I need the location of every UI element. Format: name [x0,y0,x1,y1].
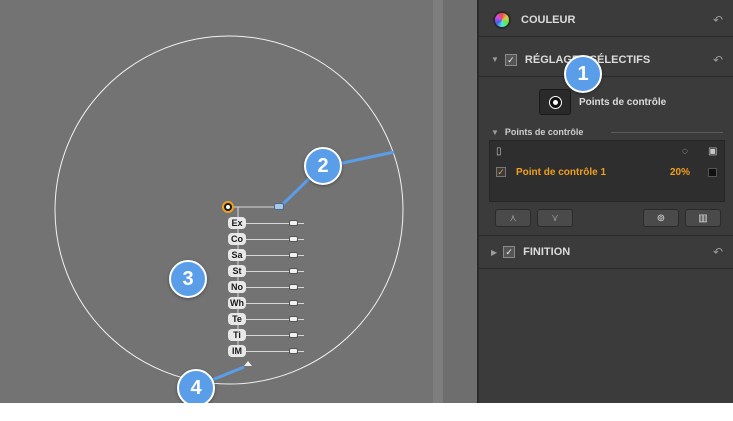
expand-triangle-icon[interactable]: ▼ [491,128,499,137]
slider-label-ex: Ex [228,217,246,229]
control-point-overlay: Ex Co Sa St No Wh Te Ti IM 2 3 4 [0,0,433,407]
slider-knob-no[interactable] [289,284,299,290]
section-finition[interactable]: ▶ ✓ FINITION ↶ [479,235,733,269]
adjustments-panel: COULEUR ↶ ▼ ✓ RÉGLAGES SÉLECTIFS ↶ 1 Poi… [477,0,733,403]
slider-knob-co[interactable] [289,236,299,242]
slider-knob-st[interactable] [289,268,299,274]
slider-label-no: No [228,281,246,293]
callout-1: 1 [564,55,602,93]
slider-knob-ex[interactable] [289,220,299,226]
mask-column-icon[interactable]: ▣ [708,146,717,157]
add-control-point-button[interactable] [539,89,571,115]
slider-knob-te[interactable] [289,316,299,322]
control-point-name: Point de contrôle 1 [516,166,607,178]
slider-label-wh: Wh [228,297,246,309]
undo-arrow-icon[interactable]: ↶ [713,245,723,259]
overlay-graphics [54,35,404,385]
control-points-header[interactable]: ▼ Points de contrôle [491,127,583,137]
color-wheel-icon [493,10,511,29]
canvas-edge [433,0,443,403]
callout-2: 2 [304,147,342,185]
control-point-marker[interactable] [222,201,234,213]
control-point-icon [549,96,561,108]
slider-knob-wh[interactable] [289,300,299,306]
ungroup-icon: ⋎ [551,212,559,224]
add-control-point-label: Points de contrôle [579,97,667,108]
size-slider-knob[interactable] [274,203,284,210]
control-point-opacity[interactable]: 20% [670,167,690,178]
ungroup-points-button[interactable]: ⋎ [537,209,573,227]
slider-label-im: IM [228,345,246,357]
canvas-gutter [443,0,477,403]
section-finition-title: FINITION [523,246,571,258]
undo-arrow-icon[interactable]: ↶ [713,53,723,67]
control-points-list: ▯ ◌ ▣ ✓ Point de contrôle 1 20% [489,140,725,202]
delete-point-button[interactable]: ▥ [685,209,721,227]
control-point-checkbox[interactable]: ✓ [496,167,506,177]
slider-label-sa: Sa [228,249,246,261]
callout-line-2-b [337,150,395,166]
control-point-row[interactable]: ✓ Point de contrôle 1 20% [490,164,724,180]
reglages-checkbox[interactable]: ✓ [504,53,517,66]
section-reglages[interactable]: ▼ ✓ RÉGLAGES SÉLECTIFS ↶ [479,43,733,77]
app-root: Ex Co Sa St No Wh Te Ti IM 2 3 4 COULEUR ↶ ▼ ✓ R… [0,0,733,421]
slider-label-ti: Ti [228,329,246,341]
slider-knob-sa[interactable] [289,252,299,258]
expand-triangle-icon[interactable]: ▼ [491,55,499,64]
mask-swatch[interactable] [708,168,717,177]
collapse-sliders-triangle-icon[interactable] [244,361,252,366]
callout-3: 3 [169,260,207,298]
opacity-column-icon[interactable]: ◌ [682,146,688,157]
undo-arrow-icon[interactable]: ↶ [713,13,723,27]
group-icon: ⋏ [509,212,517,224]
slider-label-co: Co [228,233,246,245]
finition-checkbox[interactable]: ✓ [503,246,516,258]
duplicate-point-icon: ⊚ [656,212,666,224]
slider-knob-im[interactable] [289,348,299,354]
trash-icon: ▥ [698,212,708,224]
duplicate-point-button[interactable]: ⊚ [643,209,679,227]
divider [611,132,723,133]
visibility-column-icon[interactable]: ▯ [496,146,502,157]
group-points-button[interactable]: ⋏ [495,209,531,227]
callout-line-4 [211,365,245,382]
callout-4: 4 [177,369,215,407]
section-couleur[interactable]: COULEUR ↶ [479,3,733,37]
slider-label-st: St [228,265,246,277]
bottom-margin [0,403,733,421]
section-couleur-title: COULEUR [521,13,576,26]
collapse-triangle-icon[interactable]: ▶ [491,248,497,257]
control-points-title: Points de contrôle [504,127,584,137]
slider-knob-ti[interactable] [289,332,299,338]
slider-label-te: Te [228,313,246,325]
